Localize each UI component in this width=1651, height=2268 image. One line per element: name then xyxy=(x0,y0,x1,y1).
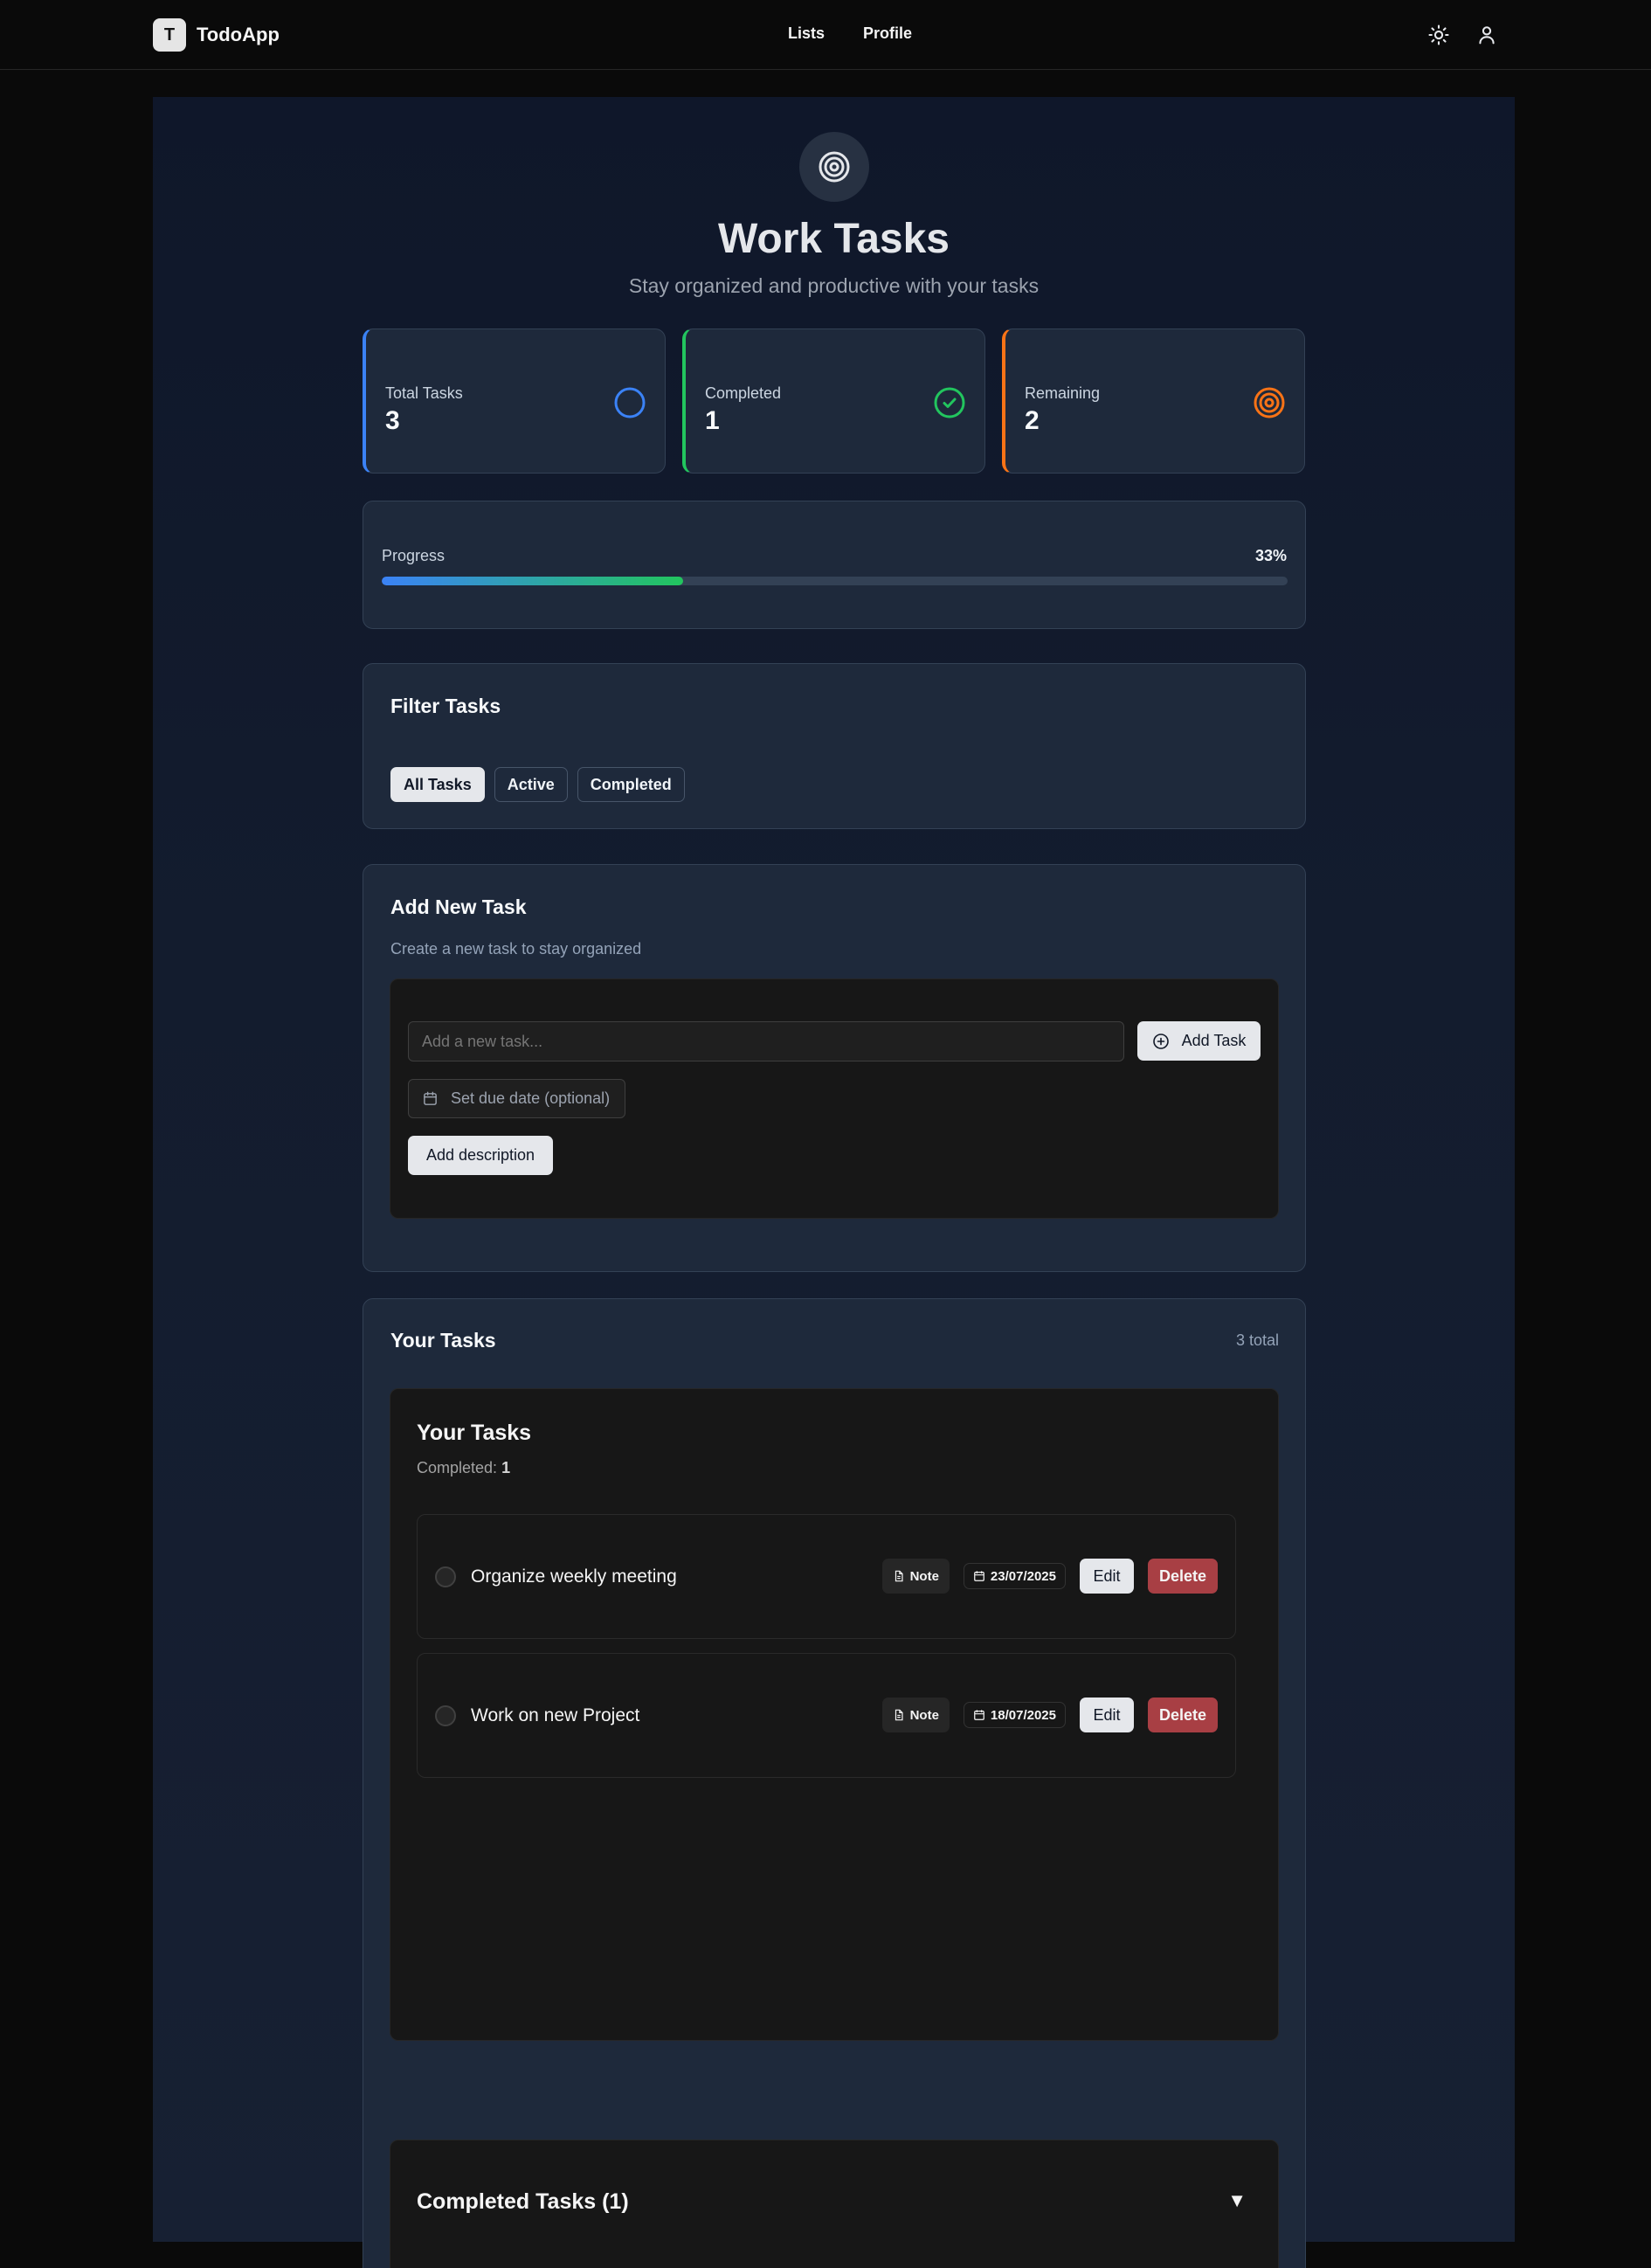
delete-button[interactable]: Delete xyxy=(1148,1698,1218,1732)
due-date-picker[interactable]: Set due date (optional) xyxy=(408,1079,625,1118)
add-task-button[interactable]: Add Task xyxy=(1137,1021,1261,1061)
calendar-icon xyxy=(424,1091,437,1105)
add-task-title: Add New Task xyxy=(390,895,527,918)
brand-name: TodoApp xyxy=(197,24,280,45)
task-row: Work on new Project Note 18/07/2025 Edit… xyxy=(417,1653,1236,1778)
stat-card-total: Total Tasks 3 xyxy=(363,328,666,474)
chevron-down-icon: ▼ xyxy=(1227,2189,1247,2211)
completed-count-value: 1 xyxy=(501,1459,511,1476)
completed-count-label: Completed: xyxy=(417,1459,502,1476)
filter-completed-button[interactable]: Completed xyxy=(577,767,685,802)
progress-bar xyxy=(382,577,1288,585)
plus-circle-icon xyxy=(1152,1033,1169,1049)
circle-icon xyxy=(614,387,646,418)
file-icon xyxy=(895,1570,903,1582)
tasks-total: 3 total xyxy=(1235,1331,1279,1349)
stat-value: 2 xyxy=(1025,406,1040,435)
your-tasks-card: Your Tasks 3 total Your Tasks Completed:… xyxy=(363,1298,1306,2268)
nav-link-profile[interactable]: Profile xyxy=(863,24,912,43)
nav-links: Lists Profile xyxy=(788,24,912,43)
main-panel: Work Tasks Stay organized and productive… xyxy=(153,97,1515,2268)
task-input[interactable] xyxy=(408,1021,1124,1061)
task-list-title: Your Tasks xyxy=(417,1421,532,1445)
edit-button[interactable]: Edit xyxy=(1080,1698,1134,1732)
task-checkbox[interactable] xyxy=(435,1705,456,1726)
stat-value: 1 xyxy=(705,406,720,435)
due-date-badge: 18/07/2025 xyxy=(963,1702,1066,1728)
progress-label: Progress xyxy=(382,547,446,564)
check-circle-icon xyxy=(934,387,965,418)
task-actions: Note 18/07/2025 Edit Delete xyxy=(881,1698,1218,1732)
due-date-text: 23/07/2025 xyxy=(990,1568,1056,1584)
stat-value: 3 xyxy=(385,406,400,435)
calendar-icon xyxy=(974,1710,984,1720)
completed-tasks-toggle[interactable]: Completed Tasks (1) ▼ xyxy=(390,2140,1279,2268)
user-icon[interactable] xyxy=(1475,23,1499,47)
stat-card-remaining: Remaining 2 xyxy=(1002,328,1305,474)
brand-logo: T xyxy=(153,18,186,52)
stat-label: Completed xyxy=(705,384,782,402)
stat-label: Total Tasks xyxy=(385,384,463,402)
progress-percent: 33% xyxy=(1254,547,1287,564)
note-label: Note xyxy=(909,1707,939,1723)
tasks-title: Your Tasks xyxy=(390,1329,496,1352)
progress-fill xyxy=(382,577,684,585)
stat-label: Remaining xyxy=(1025,384,1101,402)
task-checkbox[interactable] xyxy=(435,1566,456,1587)
target-icon xyxy=(799,132,869,202)
due-date-text: 18/07/2025 xyxy=(990,1707,1056,1723)
delete-button[interactable]: Delete xyxy=(1148,1559,1218,1594)
progress-card: Progress 33% xyxy=(363,501,1306,629)
task-title: Organize weekly meeting xyxy=(471,1566,677,1587)
task-list-panel: Your Tasks Completed: 1 Organize weekly … xyxy=(390,1388,1279,2041)
add-task-card: Add New Task Create a new task to stay o… xyxy=(363,864,1306,1272)
filter-card: Filter Tasks All Tasks Active Completed xyxy=(363,663,1306,829)
nav-link-lists[interactable]: Lists xyxy=(788,24,825,43)
note-button[interactable]: Note xyxy=(881,1698,950,1732)
task-actions: Note 23/07/2025 Edit Delete xyxy=(881,1559,1218,1594)
target-icon xyxy=(1254,387,1285,418)
brand[interactable]: T TodoApp xyxy=(153,18,280,52)
add-task-subtitle: Create a new task to stay organized xyxy=(390,940,642,958)
file-icon xyxy=(895,1709,903,1721)
completed-count: Completed: 1 xyxy=(417,1459,510,1477)
add-task-label: Add Task xyxy=(1181,1032,1247,1049)
due-date-badge: 23/07/2025 xyxy=(963,1563,1066,1589)
page-subtitle: Stay organized and productive with your … xyxy=(628,274,1040,297)
task-row: Organize weekly meeting Note 23/07/2025 xyxy=(417,1514,1236,1639)
calendar-icon xyxy=(974,1571,984,1581)
edit-button[interactable]: Edit xyxy=(1080,1559,1134,1594)
filter-buttons: All Tasks Active Completed xyxy=(390,767,685,802)
filter-all-button[interactable]: All Tasks xyxy=(390,767,485,802)
stat-card-completed: Completed 1 xyxy=(682,328,985,474)
completed-tasks-title: Completed Tasks (1) xyxy=(417,2189,629,2214)
filter-title: Filter Tasks xyxy=(390,695,501,717)
note-label: Note xyxy=(909,1568,939,1584)
note-button[interactable]: Note xyxy=(881,1559,950,1594)
sun-icon[interactable] xyxy=(1426,23,1451,47)
add-description-button[interactable]: Add description xyxy=(408,1136,553,1175)
top-nav: T TodoApp Lists Profile xyxy=(0,0,1651,70)
page-title: Work Tasks xyxy=(717,216,950,262)
filter-active-button[interactable]: Active xyxy=(494,767,568,802)
due-date-placeholder: Set due date (optional) xyxy=(451,1089,611,1107)
task-title: Work on new Project xyxy=(471,1705,640,1725)
add-task-form: Add Task Set due date (optional) Add des… xyxy=(390,978,1279,1219)
